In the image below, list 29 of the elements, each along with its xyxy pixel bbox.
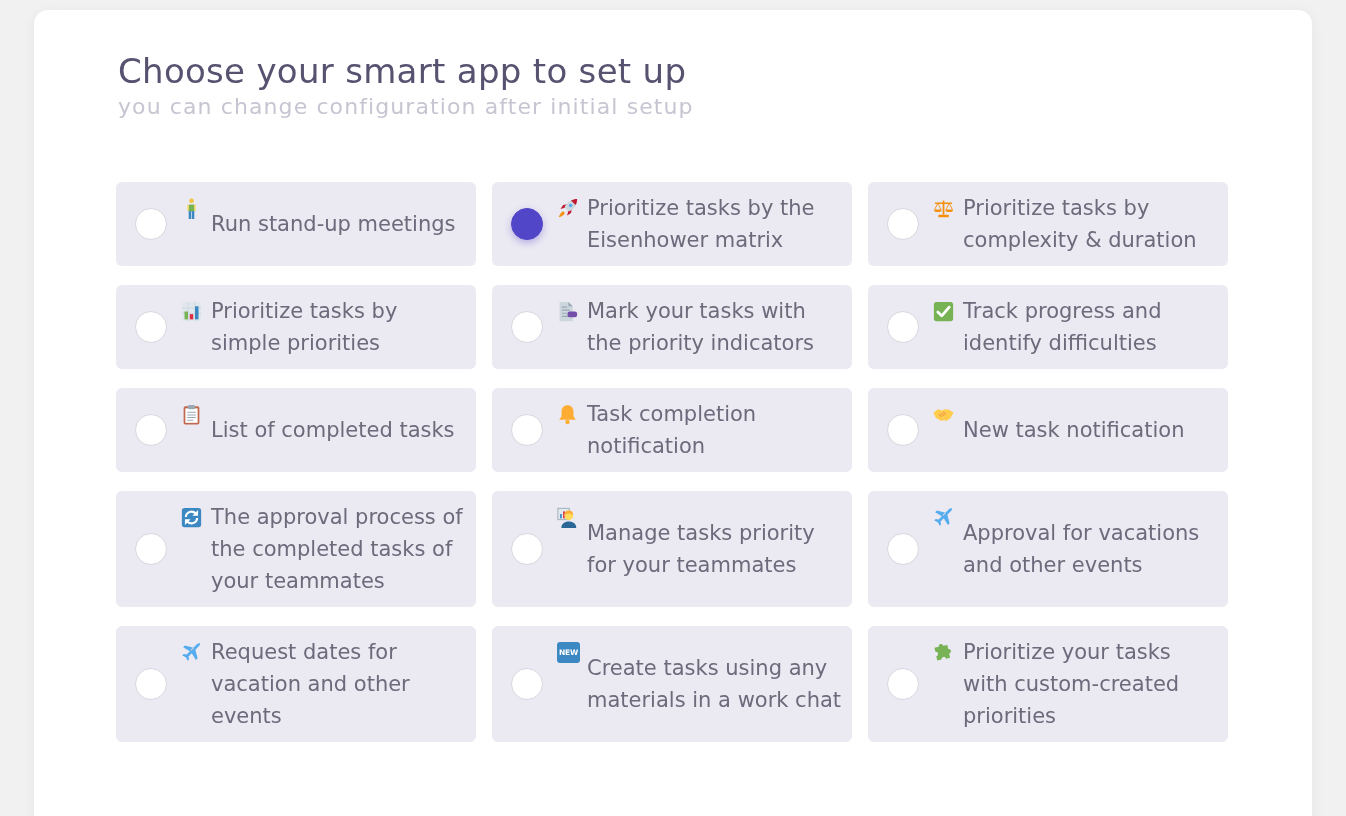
puzzle-piece-icon xyxy=(933,641,954,663)
option-label: Mark your tasks with the priority indicators xyxy=(587,298,815,357)
clipboard-icon xyxy=(181,403,202,425)
option-label: Prioritize tasks by complexity & duration xyxy=(963,195,1198,254)
option-label: Prioritize tasks by simple priorities xyxy=(211,298,399,357)
option-label: Approval for vacations and other events xyxy=(963,520,1201,579)
option-label: Track progress and identify difficulties xyxy=(963,298,1163,357)
option-label: New task notification xyxy=(963,417,1186,444)
airplane-icon xyxy=(933,506,954,528)
radio-button[interactable] xyxy=(511,208,543,240)
option-label: Run stand-up meetings xyxy=(211,211,457,238)
bar-chart-icon xyxy=(181,300,202,322)
option-label: Create tasks using any materials in a work chat xyxy=(587,655,842,714)
option-label: The approval process of the completed tasks of your teammates xyxy=(211,504,464,595)
option-label: Task completion notification xyxy=(587,401,758,460)
option-label: List of completed tasks xyxy=(211,417,456,444)
option-label: Request dates for vacation and other events xyxy=(211,639,411,730)
option-label: Manage tasks priority for your teammates xyxy=(587,520,816,579)
option-label: Prioritize tasks by the Eisenhower matrix xyxy=(587,195,816,254)
page-subtitle: you can change configuration after initial setup xyxy=(118,93,695,121)
check-mark-icon xyxy=(933,300,954,322)
document-icon xyxy=(557,300,578,322)
person-at-board-icon xyxy=(557,506,578,528)
airplane-icon xyxy=(181,641,202,663)
rocket-icon xyxy=(557,197,578,219)
bell-icon xyxy=(557,403,578,425)
option-label: Prioritize your tasks with custom-created priorities xyxy=(963,639,1181,730)
refresh-icon xyxy=(181,506,202,528)
page-title: Choose your smart app to set up xyxy=(118,50,688,92)
